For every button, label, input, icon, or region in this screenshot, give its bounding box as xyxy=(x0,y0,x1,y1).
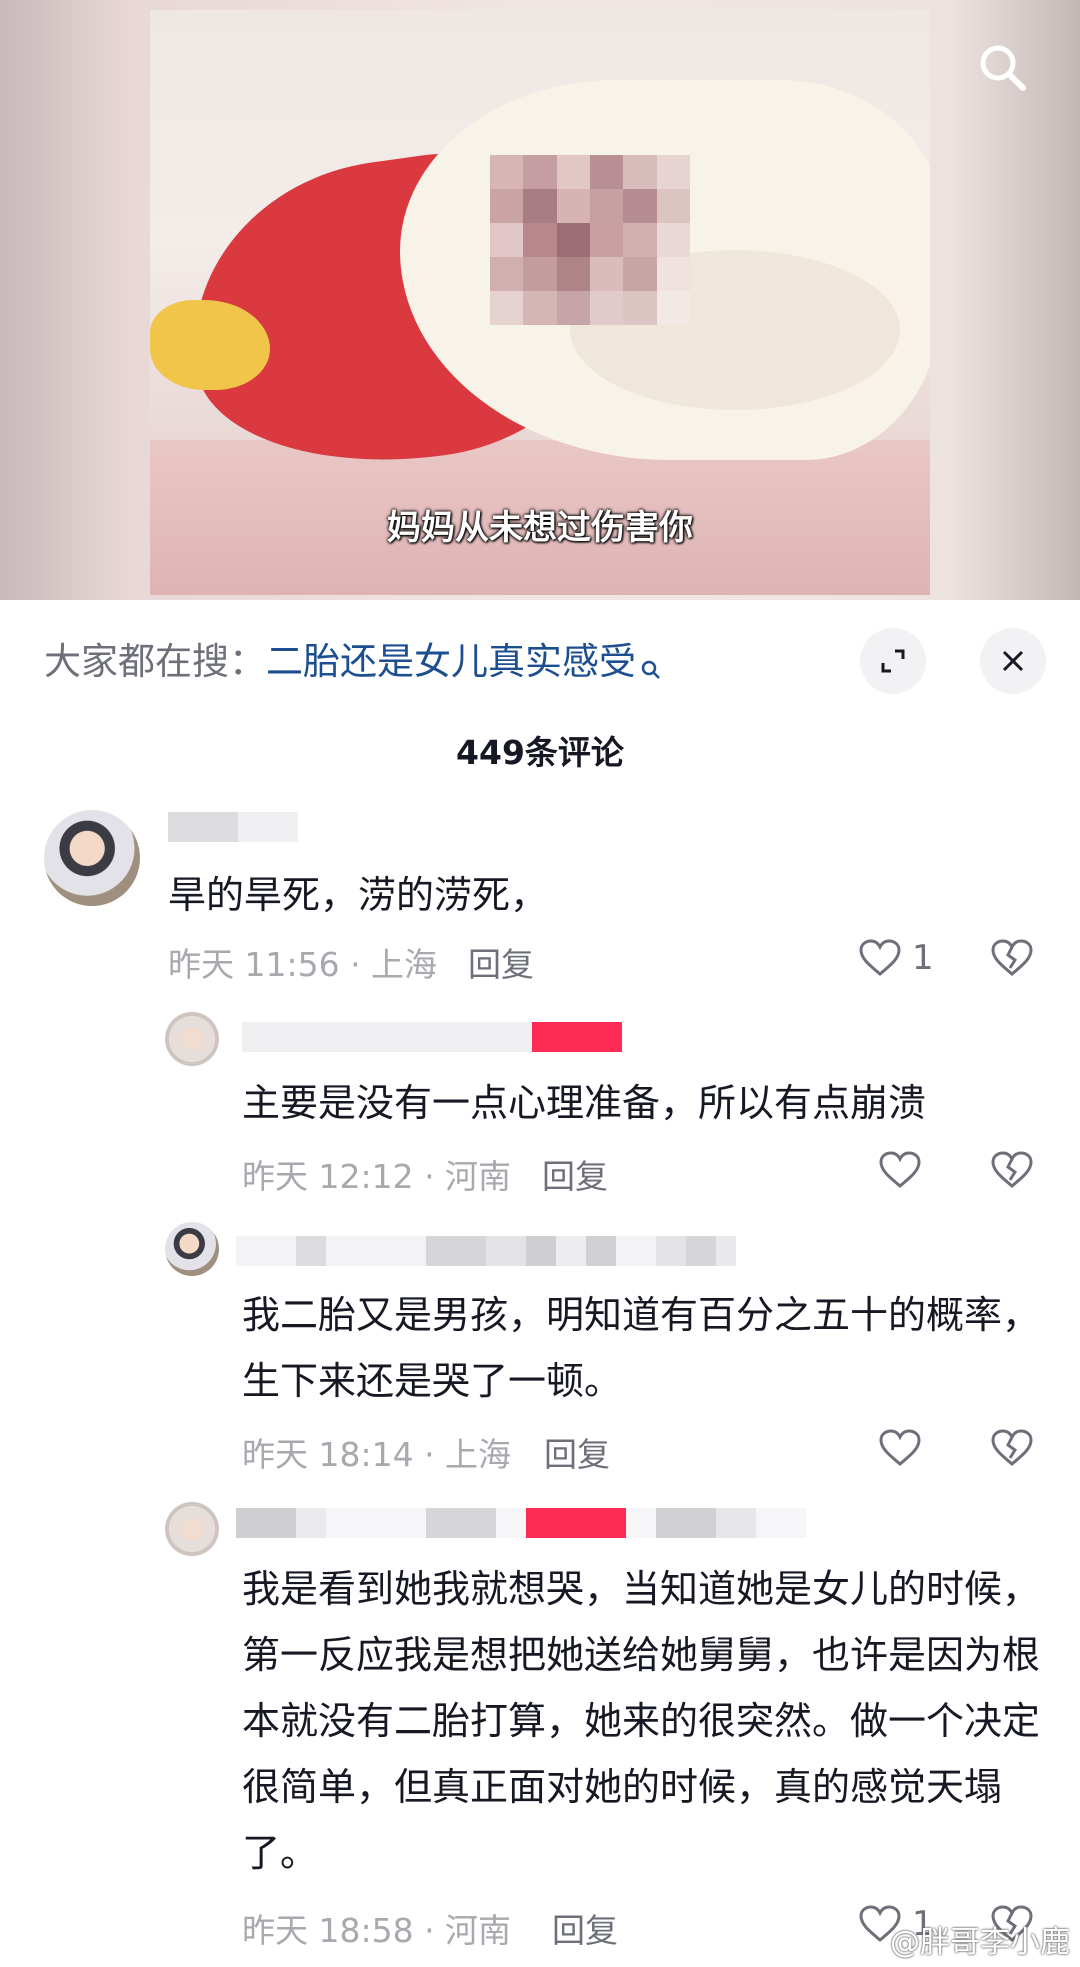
comment-meta: 昨天 12:12 · 河南 xyxy=(242,1157,512,1196)
avatar[interactable] xyxy=(165,1012,219,1066)
close-button[interactable] xyxy=(980,628,1046,694)
comment-text: 主要是没有一点心理准备，所以有点崩溃 xyxy=(242,1081,927,1125)
dislike-button[interactable] xyxy=(990,938,1034,982)
username-blurred[interactable] xyxy=(236,1236,736,1266)
search-suggestion-prefix: 大家都在搜： xyxy=(44,640,266,683)
comment-count: 449条评论 xyxy=(456,733,624,772)
expand-button[interactable] xyxy=(860,628,926,694)
blurred-face xyxy=(490,155,690,325)
comment-meta: 昨天 18:14 · 上海 xyxy=(242,1435,512,1474)
heart-icon xyxy=(859,939,901,976)
video-subtitle: 妈妈从未想过伤害你 xyxy=(387,508,693,548)
search-suggestion[interactable]: 大家都在搜： 二胎还是女儿真实感受 xyxy=(44,612,662,704)
reply-button[interactable]: 回复 xyxy=(544,1428,610,1476)
like-button[interactable] xyxy=(878,1150,922,1190)
dislike-button[interactable] xyxy=(990,1150,1034,1194)
broken-heart-icon xyxy=(991,939,1033,976)
comment-text: 我是看到她我就想哭，当知道她是女儿的时候，第一反应我是想把她送给她舅舅，也许是因… xyxy=(242,1567,1041,1875)
comment-text: 我二胎又是男孩，明知道有百分之五十的概率，生下来还是哭了一顿。 xyxy=(242,1293,1041,1403)
expand-icon xyxy=(881,649,905,673)
search-suggestion-query[interactable]: 二胎还是女儿真实感受 xyxy=(266,631,636,685)
reply-button[interactable]: 回复 xyxy=(542,1150,608,1198)
like-button[interactable] xyxy=(878,1428,922,1468)
video-player[interactable]: 妈妈从未想过伤害你 xyxy=(0,0,1080,600)
watermark: @胖哥李小鹿 xyxy=(890,1917,1070,1961)
close-icon xyxy=(1002,650,1024,672)
comment-meta: 昨天 11:56 · 上海 xyxy=(168,945,438,984)
reply-button[interactable]: 回复 xyxy=(468,938,534,986)
heart-icon xyxy=(879,1429,921,1466)
avatar[interactable] xyxy=(165,1222,219,1276)
comment-meta: 昨天 18:58 · 河南 xyxy=(242,1911,512,1950)
username-blurred[interactable] xyxy=(168,812,298,842)
dislike-button[interactable] xyxy=(990,1428,1034,1472)
like-button[interactable]: 1 xyxy=(858,938,934,978)
username-blurred[interactable] xyxy=(236,1508,806,1538)
like-count: 1 xyxy=(912,938,934,978)
avatar[interactable] xyxy=(44,810,140,906)
reply-button[interactable]: 回复 xyxy=(552,1904,618,1952)
broken-heart-icon xyxy=(991,1429,1033,1466)
broken-heart-icon xyxy=(991,1151,1033,1188)
search-mini-icon xyxy=(640,647,662,679)
search-icon[interactable] xyxy=(975,40,1029,94)
avatar[interactable] xyxy=(165,1502,219,1556)
comment-text: 旱的旱死，涝的涝死， xyxy=(168,873,549,917)
heart-icon xyxy=(879,1151,921,1188)
watermark-text: @胖哥李小鹿 xyxy=(890,1925,1070,1960)
username-blurred[interactable] xyxy=(242,1022,622,1052)
